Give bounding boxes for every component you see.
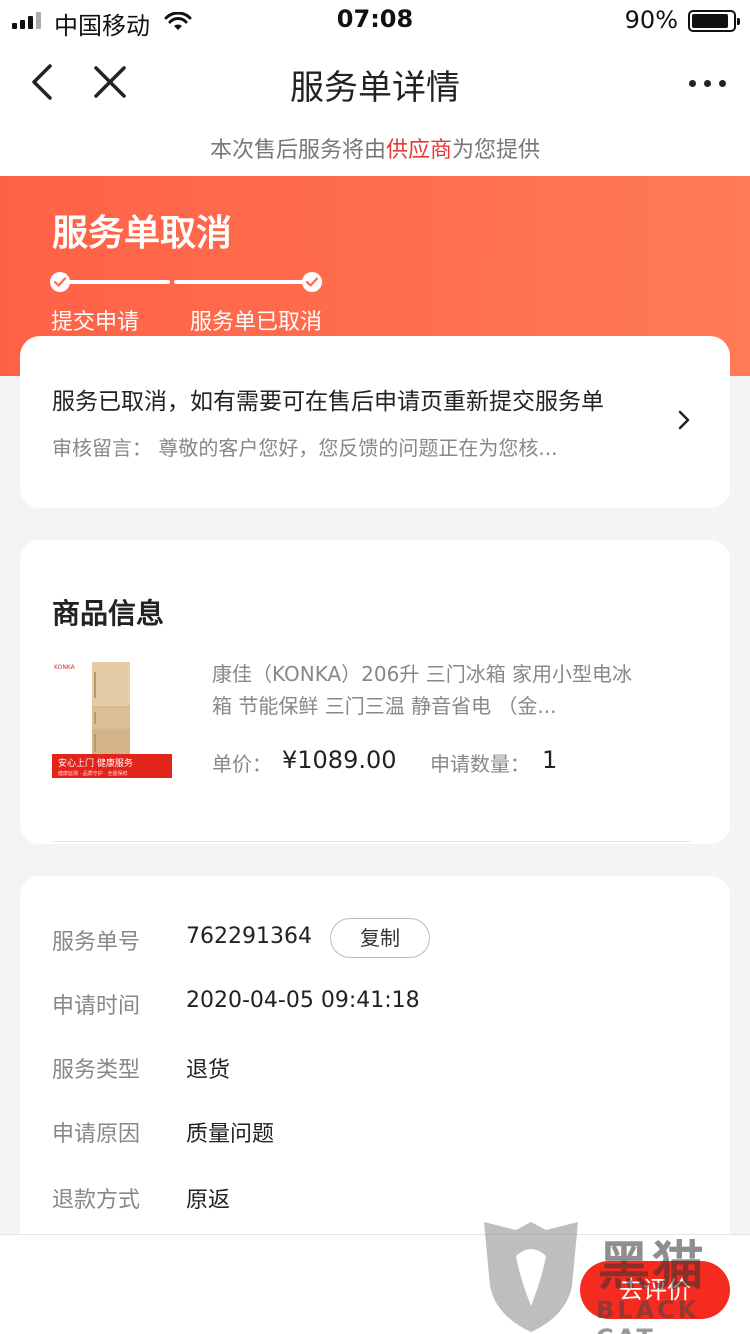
battery-icon	[688, 10, 740, 32]
detail-key: 申请原因	[52, 1122, 141, 1147]
product-image[interactable]: KONKA 安心上门 健康服务 健康监测 · 品质守护 · 全屋保鲜	[52, 660, 172, 778]
navigation-bar: 服务单详情	[0, 40, 750, 126]
more-dots-icon	[688, 79, 696, 87]
status-bar: 中国移动 07:08 90%	[0, 0, 750, 40]
step-check-icon	[50, 272, 70, 292]
supplier-link[interactable]: 供应商	[386, 138, 452, 163]
refrigerator-image: KONKA 安心上门 健康服务 健康监测 · 品质守护 · 全屋保鲜	[52, 660, 172, 778]
close-button[interactable]	[90, 62, 130, 102]
thumb-banner: 安心上门 健康服务	[58, 757, 133, 769]
thumb-brand: KONKA	[54, 664, 76, 671]
cancel-status-card[interactable]: 服务已取消，如有需要可在售后申请页重新提交服务单 审核留言： 尊敬的客户您好，您…	[20, 336, 730, 508]
progress-line	[174, 280, 308, 284]
goods-heading: 商品信息	[52, 597, 165, 630]
detail-key: 服务单号	[52, 930, 141, 955]
back-arrow-icon	[32, 64, 52, 100]
back-button[interactable]	[24, 60, 64, 104]
detail-value: 原返	[186, 1188, 231, 1213]
quantity-label: 申请数量：	[430, 752, 530, 776]
step-check-icon	[302, 272, 322, 292]
step-label-cancelled: 服务单已取消	[190, 310, 323, 335]
review-button[interactable]: 去评价	[580, 1261, 730, 1319]
review-note: 审核留言： 尊敬的客户您好，您反馈的问题正在为您核...	[52, 436, 558, 460]
close-icon	[94, 66, 126, 98]
supplier-notice-prefix: 本次售后服务将由	[209, 138, 386, 163]
unit-price-value: ¥1089.00	[282, 746, 397, 774]
detail-key: 申请时间	[52, 994, 141, 1019]
quantity-value: 1	[542, 746, 558, 774]
supplier-notice-suffix: 为您提供	[452, 138, 541, 163]
detail-value: 退货	[186, 1058, 231, 1083]
detail-value: 质量问题	[186, 1122, 275, 1147]
detail-key: 服务类型	[52, 1058, 141, 1083]
detail-key: 退款方式	[52, 1188, 141, 1213]
goods-info-card: 商品信息 KONKA 安心上门 健康服务 健康监测 · 品质守护 · 全屋保鲜 …	[20, 540, 730, 844]
thumb-subtext: 健康监测 · 品质守护 · 全屋保鲜	[58, 770, 128, 777]
more-options-button[interactable]	[682, 66, 732, 100]
unit-price-label: 单价：	[212, 752, 272, 776]
detail-value: 762291364	[186, 924, 312, 949]
service-order-details-card: 服务单号 762291364 复制 申请时间 2020-04-05 09:41:…	[20, 876, 730, 1276]
bottom-action-bar: 去评价	[0, 1234, 750, 1334]
banner-title: 服务单取消	[52, 213, 233, 254]
detail-value: 2020-04-05 09:41:18	[186, 988, 420, 1013]
step-label-submitted: 提交申请	[51, 310, 140, 335]
progress-line	[62, 280, 170, 284]
supplier-notice: 本次售后服务将由供应商为您提供	[0, 126, 750, 176]
chevron-right-icon	[678, 410, 690, 434]
cancel-message: 服务已取消，如有需要可在售后申请页重新提交服务单	[52, 389, 604, 415]
product-name[interactable]: 康佳（KONKA）206升 三门冰箱 家用小型电冰箱 节能保鲜 三门三温 静音省…	[212, 658, 652, 722]
divider	[52, 841, 690, 842]
battery-percent: 90%	[624, 6, 678, 34]
copy-button[interactable]: 复制	[330, 918, 430, 958]
